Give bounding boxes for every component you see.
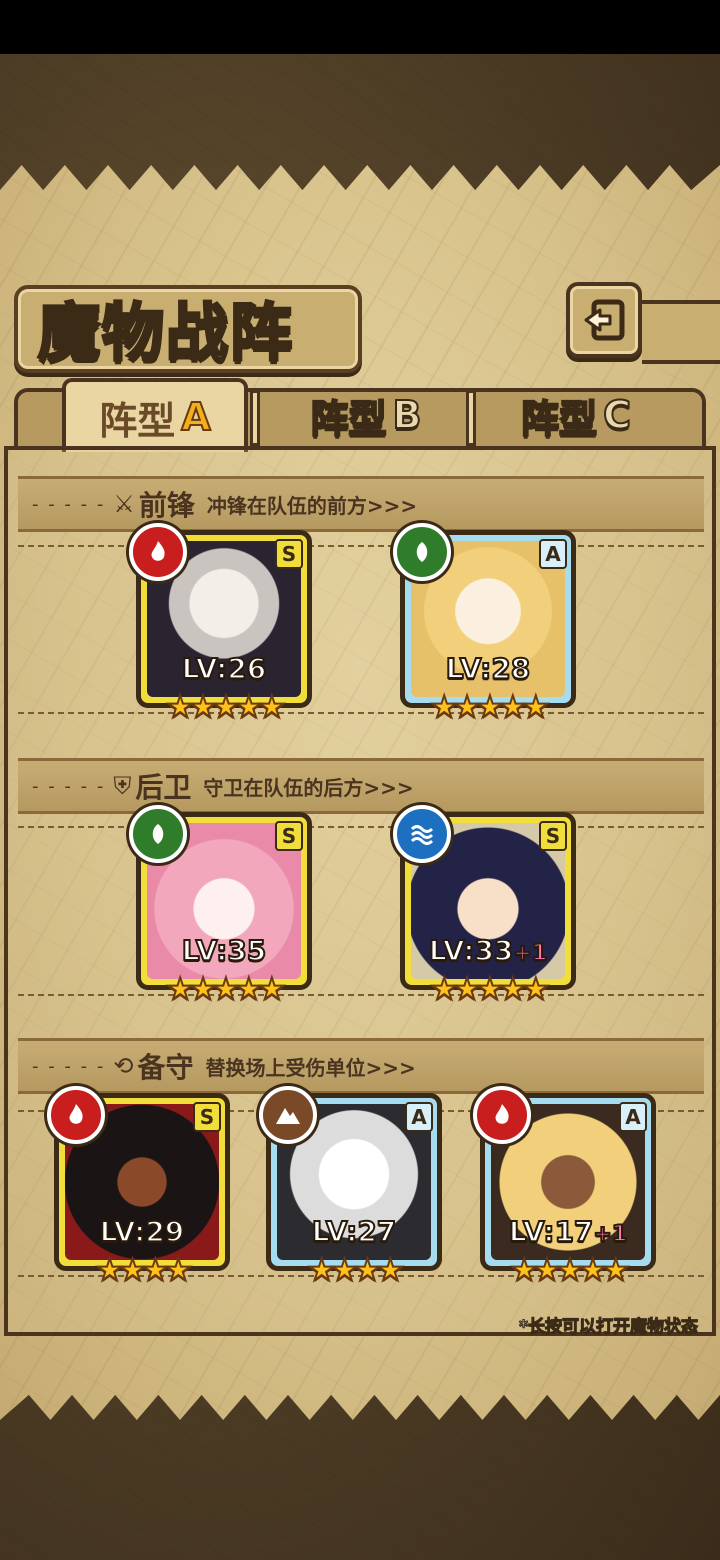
page-title: 魔物战阵 bbox=[36, 295, 295, 371]
unit-card[interactable]: S LV:35 ★★★★★ bbox=[129, 805, 312, 1008]
slot-divider bbox=[18, 826, 704, 828]
level-label: LV:17+1 bbox=[485, 1214, 651, 1249]
level-label: LV:33+1 bbox=[405, 933, 571, 968]
tab-formation-c[interactable]: 阵型 C bbox=[476, 378, 676, 452]
shield-icon: ⛨ bbox=[113, 772, 132, 800]
section-description: 替换场上受伤单位>>> bbox=[205, 1055, 416, 1080]
fire-element-icon bbox=[47, 1086, 105, 1144]
tab-label: 阵型 bbox=[520, 396, 598, 442]
star-rating: ★★★★ bbox=[307, 1252, 405, 1289]
unit-card[interactable]: A LV:17+1 ★★★★★ bbox=[473, 1086, 656, 1289]
tab-divider bbox=[250, 390, 260, 446]
rank-badge: S bbox=[275, 821, 303, 851]
section-header-reserve: - - - - - ⟲ 备守 替换场上受伤单位>>> bbox=[18, 1038, 704, 1094]
rank-badge: S bbox=[193, 1102, 221, 1132]
level-label: LV:26 bbox=[141, 651, 307, 686]
fire-element-icon bbox=[129, 523, 187, 581]
rank-badge: S bbox=[275, 539, 303, 569]
unit-card[interactable]: S LV:26 ★★★★★ bbox=[129, 523, 312, 726]
star-rating: ★★★★ bbox=[95, 1252, 193, 1289]
section-description: 守卫在队伍的后方>>> bbox=[203, 775, 414, 800]
level-bonus: +1 bbox=[592, 1221, 628, 1248]
divider-dash: - - - - - bbox=[32, 775, 106, 797]
level-label: LV:28 bbox=[405, 651, 571, 686]
unit-card[interactable]: A LV:28 ★★★★★ bbox=[393, 523, 576, 726]
swap-icon: ⟲ bbox=[113, 1052, 134, 1080]
rank-badge: A bbox=[619, 1102, 647, 1132]
status-bar bbox=[0, 0, 720, 54]
wood-element-icon bbox=[129, 805, 187, 863]
star-rating: ★★★★★ bbox=[166, 689, 286, 726]
rank-badge: A bbox=[539, 539, 567, 569]
section-header-vanguard: - - - - - ⚔ 前锋 冲锋在队伍的前方>>> bbox=[18, 476, 704, 532]
level-text: LV:33 bbox=[428, 933, 515, 968]
back-arrow-icon bbox=[584, 299, 625, 341]
section-title: 备守 bbox=[137, 1051, 194, 1084]
back-button[interactable] bbox=[566, 282, 642, 358]
tab-label: 阵型 bbox=[309, 396, 387, 442]
slot-divider bbox=[18, 994, 704, 996]
header-bar-extension bbox=[642, 300, 720, 364]
level-text: LV:35 bbox=[181, 933, 268, 968]
level-label: LV:27 bbox=[271, 1214, 437, 1249]
tab-formation-a[interactable]: 阵型 A bbox=[62, 378, 248, 452]
tab-letter: C bbox=[602, 392, 632, 438]
level-text: LV:26 bbox=[181, 651, 268, 686]
section-header-rearguard: - - - - - ⛨ 后卫 守卫在队伍的后方>>> bbox=[18, 758, 704, 814]
star-rating: ★★★★★ bbox=[430, 689, 550, 726]
divider-dash: - - - - - bbox=[32, 1055, 106, 1077]
unit-card[interactable]: S LV:29 ★★★★ bbox=[47, 1086, 230, 1289]
level-text: LV:17 bbox=[508, 1214, 595, 1249]
section-title: 后卫 bbox=[135, 771, 192, 804]
rank-badge: S bbox=[539, 821, 567, 851]
level-label: LV:35 bbox=[141, 933, 307, 968]
level-bonus: +1 bbox=[512, 940, 548, 967]
divider-dash: - - - - - bbox=[32, 493, 106, 515]
section-title: 前锋 bbox=[138, 489, 195, 522]
unit-card[interactable]: S LV:33+1 ★★★★★ bbox=[393, 805, 576, 1008]
star-rating: ★★★★★ bbox=[430, 971, 550, 1008]
level-text: LV:28 bbox=[445, 651, 532, 686]
rank-badge: A bbox=[405, 1102, 433, 1132]
slot-divider bbox=[18, 712, 704, 714]
level-text: LV:27 bbox=[311, 1214, 398, 1249]
level-text: LV:29 bbox=[99, 1214, 186, 1249]
fire-element-icon bbox=[473, 1086, 531, 1144]
long-press-hint: *长按可以打开魔物状态 bbox=[519, 1317, 699, 1338]
tab-letter: B bbox=[392, 392, 423, 438]
slot-divider bbox=[18, 545, 704, 547]
earth-element-icon bbox=[259, 1086, 317, 1144]
tab-label: 阵型 bbox=[99, 398, 176, 443]
star-rating: ★★★★★ bbox=[510, 1252, 630, 1289]
star-rating: ★★★★★ bbox=[166, 971, 286, 1008]
level-label: LV:29 bbox=[59, 1214, 225, 1249]
tab-divider bbox=[466, 390, 476, 446]
water-element-icon bbox=[393, 805, 451, 863]
tab-letter: A bbox=[180, 394, 211, 440]
wood-element-icon bbox=[393, 523, 451, 581]
tab-formation-b[interactable]: 阵型 B bbox=[266, 378, 466, 452]
section-description: 冲锋在队伍的前方>>> bbox=[206, 493, 418, 518]
unit-card[interactable]: A LV:27 ★★★★ bbox=[259, 1086, 442, 1289]
sword-icon: ⚔ bbox=[113, 490, 135, 518]
